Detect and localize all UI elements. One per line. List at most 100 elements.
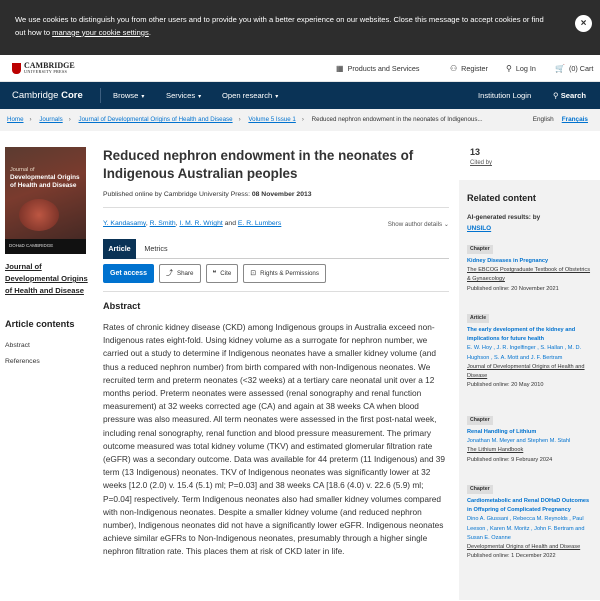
breadcrumb-current: Reduced nephron endowment in the neonate… bbox=[311, 116, 483, 123]
breadcrumb-journal[interactable]: Journal of Developmental Origins of Heal… bbox=[79, 116, 233, 123]
register-link[interactable]: ⚇ Register bbox=[450, 64, 488, 73]
contents-abstract-link[interactable]: Abstract bbox=[5, 342, 30, 349]
related-source-link[interactable]: Developmental Origins of Health and Dise… bbox=[467, 544, 580, 550]
cited-by-link[interactable]: Cited by bbox=[470, 160, 492, 166]
divider bbox=[103, 207, 449, 208]
author-link[interactable]: Y. Kandasamy bbox=[103, 220, 146, 227]
content-type-badge: Chapter bbox=[467, 485, 493, 494]
cart-label: (0) Cart bbox=[568, 64, 594, 73]
open-research-menu[interactable]: Open research ▾ bbox=[222, 91, 278, 100]
get-access-button[interactable]: Get access bbox=[103, 264, 154, 283]
related-source-link[interactable]: Journal of Developmental Origins of Heal… bbox=[467, 364, 585, 379]
cover-title: Journal of Developmental Origins of Healt… bbox=[10, 167, 86, 190]
related-source-link[interactable]: The EBCOG Postgraduate Textbook of Obste… bbox=[467, 267, 590, 282]
show-author-details[interactable]: Show author details ⌄ bbox=[388, 221, 449, 228]
brand-b: Core bbox=[61, 90, 83, 101]
add-user-icon: ⚇ bbox=[450, 64, 458, 73]
language-switch: English Français bbox=[533, 109, 588, 131]
cover-image bbox=[19, 199, 59, 231]
cover-footer: DOHaD CAMBRIDGE bbox=[5, 239, 86, 254]
unsilo-link[interactable]: UNSILO bbox=[467, 225, 491, 232]
journal-link[interactable]: Journal of Developmental Origins of Heal… bbox=[5, 261, 95, 297]
search-label: Search bbox=[560, 91, 587, 100]
published-label: Published online by Cambridge University… bbox=[103, 191, 252, 198]
author-link[interactable]: I. M. R. Wright bbox=[179, 220, 222, 227]
browse-menu[interactable]: Browse ▾ bbox=[113, 91, 144, 100]
author-link[interactable]: R. Smith bbox=[150, 220, 176, 227]
tab-metrics[interactable]: Metrics bbox=[139, 239, 173, 259]
author-list: Y. Kandasamy, R. Smith, I. M. R. Wright … bbox=[103, 220, 282, 227]
related-title-link[interactable]: The early development of the kidney and … bbox=[467, 326, 593, 344]
tab-article[interactable]: Article bbox=[103, 239, 136, 259]
brand-a: Cambridge bbox=[12, 90, 59, 101]
contents-references-link[interactable]: References bbox=[5, 358, 40, 365]
quote-icon: ❝ bbox=[212, 270, 217, 277]
close-icon[interactable]: × bbox=[575, 15, 592, 32]
cookie-text-end: . bbox=[148, 27, 151, 37]
related-title-link[interactable]: Renal Handling of Lithium bbox=[467, 428, 593, 437]
lang-english[interactable]: English bbox=[533, 116, 554, 123]
cite-label: Cite bbox=[220, 270, 232, 277]
content-type-badge: Article bbox=[467, 314, 490, 323]
rights-icon: ⊡ bbox=[250, 270, 257, 277]
related-card: Article The early development of the kid… bbox=[467, 314, 593, 390]
related-published: Published online: 20 November 2021 bbox=[467, 285, 559, 292]
rights-permissions-button[interactable]: ⊡ Rights & Permissions bbox=[243, 264, 326, 283]
grid-icon: ▦ bbox=[336, 64, 344, 73]
lang-french[interactable]: Français bbox=[562, 116, 588, 123]
journal-cover[interactable]: Journal of Developmental Origins of Healt… bbox=[5, 147, 86, 254]
ai-label: AI-generated results: by bbox=[467, 214, 541, 221]
breadcrumb-journals[interactable]: Journals bbox=[39, 116, 62, 123]
related-authors[interactable]: E. W. Hoy , J. R. Ingelfinger , S. Halla… bbox=[467, 345, 581, 360]
login-label: Log In bbox=[515, 64, 536, 73]
article-main: Reduced nephron endowment in the neonate… bbox=[103, 147, 449, 556]
cite-button[interactable]: ❝ Cite bbox=[205, 264, 239, 283]
logo-line1: CAMBRIDGE bbox=[24, 61, 75, 70]
search-button[interactable]: ⚲ Search bbox=[553, 91, 586, 100]
top-utility-bar: CAMBRIDGE UNIVERSITY PRESS ▦ Products and… bbox=[0, 56, 600, 82]
related-card: Chapter Renal Handling of Lithium Jonath… bbox=[467, 416, 593, 465]
related-title-link[interactable]: Cardiometabolic and Renal DOHaD Outcomes… bbox=[467, 497, 593, 515]
related-title-link[interactable]: Kidney Diseases in Pregnancy bbox=[467, 257, 593, 266]
show-author-label: Show author details bbox=[387, 221, 443, 228]
user-icon: ⚲ bbox=[506, 64, 512, 73]
chevron-down-icon: ⌄ bbox=[443, 221, 449, 228]
search-icon: ⚲ bbox=[553, 91, 559, 100]
cart-link[interactable]: 🛒 (0) Cart bbox=[555, 64, 593, 73]
related-authors[interactable]: Dino A. Giussani , Rebecca M. Reynolds ,… bbox=[467, 516, 585, 540]
divider bbox=[103, 291, 449, 292]
login-link[interactable]: ⚲ Log In bbox=[506, 64, 536, 73]
services-menu[interactable]: Services ▾ bbox=[166, 91, 201, 100]
published-line: Published online by Cambridge University… bbox=[103, 191, 312, 198]
browse-label: Browse bbox=[113, 91, 139, 100]
related-authors[interactable]: Jonathan M. Meyer and Stephen M. Stahl bbox=[467, 438, 570, 444]
share-label: Share bbox=[176, 270, 194, 277]
register-label: Register bbox=[461, 64, 488, 73]
products-services-menu[interactable]: ▦ Products and Services bbox=[336, 64, 419, 73]
related-published: Published online: 20 May 2010 bbox=[467, 382, 544, 389]
cover-journal-name: Developmental Origins of Health and Dise… bbox=[10, 174, 80, 189]
content-type-badge: Chapter bbox=[467, 245, 493, 254]
published-date: 08 November 2013 bbox=[251, 191, 312, 198]
ai-results-label: AI-generated results: by UNSILO bbox=[467, 212, 540, 234]
breadcrumb-home[interactable]: Home bbox=[7, 116, 24, 123]
crest-icon bbox=[12, 62, 21, 74]
cambridge-logo[interactable]: CAMBRIDGE UNIVERSITY PRESS bbox=[12, 62, 75, 74]
logo-line2: UNIVERSITY PRESS bbox=[24, 69, 68, 74]
cited-by-count[interactable]: 13 bbox=[470, 147, 480, 157]
author-link[interactable]: E. R. Lumbers bbox=[238, 220, 281, 227]
article-title: Reduced nephron endowment in the neonate… bbox=[103, 148, 414, 181]
breadcrumb-issue[interactable]: Volume 5 Issue 1 bbox=[248, 116, 295, 123]
share-button[interactable]: ⤴ Share bbox=[158, 264, 201, 283]
products-label: Products and Services bbox=[347, 64, 420, 73]
cambridge-core-brand[interactable]: Cambridge Core bbox=[12, 90, 83, 101]
related-source-link[interactable]: The Lithium Handbook bbox=[467, 447, 523, 453]
related-published: Published online: 1 December 2022 bbox=[467, 553, 556, 560]
institution-login-link[interactable]: Institution Login bbox=[478, 91, 531, 100]
share-icon: ⤴ bbox=[165, 270, 173, 277]
article-tabs: Article Metrics bbox=[103, 239, 449, 259]
nav-divider bbox=[100, 88, 101, 103]
abstract-text: Rates of chronic kidney disease (CKD) am… bbox=[103, 322, 446, 557]
cookie-settings-link[interactable]: manage your cookie settings bbox=[52, 28, 149, 37]
cookie-banner: We use cookies to distinguish you from o… bbox=[0, 0, 600, 55]
